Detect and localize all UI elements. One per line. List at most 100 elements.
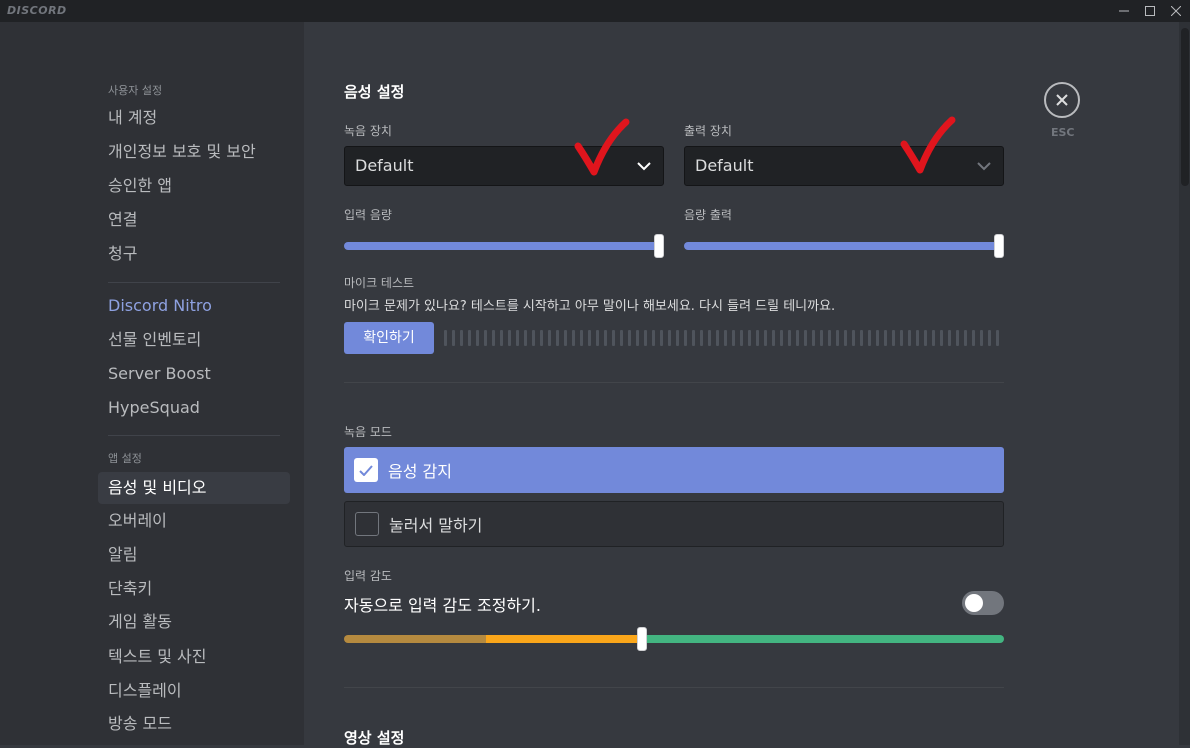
meter-bar xyxy=(996,330,999,346)
meter-bar xyxy=(636,330,639,346)
window-close-button[interactable] xyxy=(1162,0,1190,22)
input-volume-slider[interactable] xyxy=(344,242,660,250)
meter-bar xyxy=(620,330,623,346)
maximize-icon xyxy=(1145,6,1155,16)
auto-sensitivity-toggle[interactable] xyxy=(962,591,1004,615)
meter-bar xyxy=(580,330,583,346)
voice-activity-option[interactable]: 음성 감지 xyxy=(344,447,1004,493)
meter-bar xyxy=(572,330,575,346)
meter-bar xyxy=(836,330,839,346)
output-volume-slider-handle[interactable] xyxy=(994,234,1004,258)
sidebar-item-streamer-mode[interactable]: 방송 모드 xyxy=(98,708,290,740)
input-mode-label: 녹음 모드 xyxy=(344,425,392,439)
meter-bar xyxy=(492,330,495,346)
meter-bar xyxy=(796,330,799,346)
sidebar-item-privacy[interactable]: 개인정보 보호 및 보안 xyxy=(98,136,290,168)
meter-bar xyxy=(612,330,615,346)
meter-bar xyxy=(668,330,671,346)
meter-bar xyxy=(532,330,535,346)
chevron-down-icon xyxy=(977,147,991,185)
meter-bar xyxy=(964,330,967,346)
sensitivity-slider-handle[interactable] xyxy=(637,627,647,651)
meter-bar xyxy=(812,330,815,346)
meter-bar xyxy=(596,330,599,346)
sidebar-item-keybinds[interactable]: 단축키 xyxy=(98,573,290,605)
meter-bar xyxy=(764,330,767,346)
minimize-icon xyxy=(1119,10,1129,12)
meter-bar xyxy=(924,330,927,346)
sidebar-item-overlay[interactable]: 오버레이 xyxy=(98,505,290,537)
meter-bar xyxy=(740,330,743,346)
sidebar-item-gift-inventory[interactable]: 선물 인벤토리 xyxy=(98,324,290,356)
scrollbar-thumb[interactable] xyxy=(1181,28,1189,186)
mic-test-button[interactable]: 확인하기 xyxy=(344,322,434,354)
meter-bar xyxy=(652,330,655,346)
meter-segment xyxy=(486,635,640,643)
mic-test-meter xyxy=(444,330,1004,346)
sidebar-item-connections[interactable]: 연결 xyxy=(98,204,290,236)
auto-sensitivity-text: 자동으로 입력 감도 조정하기. xyxy=(344,596,541,615)
close-settings-button[interactable] xyxy=(1044,82,1080,118)
meter-bar xyxy=(708,330,711,346)
user-settings-header: 사용자 설정 xyxy=(108,84,163,97)
meter-bar xyxy=(684,330,687,346)
sidebar-item-authorized-apps[interactable]: 승인한 앱 xyxy=(98,170,290,202)
meter-bar xyxy=(468,330,471,346)
meter-bar xyxy=(900,330,903,346)
meter-bar xyxy=(772,330,775,346)
meter-bar xyxy=(732,330,735,346)
meter-bar xyxy=(644,330,647,346)
meter-bar xyxy=(500,330,503,346)
meter-bar xyxy=(516,330,519,346)
meter-bar xyxy=(628,330,631,346)
input-volume-slider-handle[interactable] xyxy=(654,234,664,258)
mic-test-label: 마이크 테스트 xyxy=(344,276,415,290)
meter-bar xyxy=(524,330,527,346)
meter-bar xyxy=(540,330,543,346)
sidebar-item-display[interactable]: 디스플레이 xyxy=(98,675,290,707)
meter-bar xyxy=(564,330,567,346)
meter-bar xyxy=(460,330,463,346)
maximize-button[interactable] xyxy=(1136,0,1164,22)
meter-bar xyxy=(852,330,855,346)
meter-bar xyxy=(972,330,975,346)
meter-bar xyxy=(780,330,783,346)
meter-bar xyxy=(452,330,455,346)
sidebar-divider xyxy=(108,435,280,436)
sidebar-item-game-activity[interactable]: 게임 활동 xyxy=(98,606,290,638)
meter-bar xyxy=(940,330,943,346)
input-volume-label: 입력 음량 xyxy=(344,208,392,222)
output-volume-slider[interactable] xyxy=(684,242,1000,250)
push-to-talk-option[interactable]: 눌러서 말하기 xyxy=(344,501,1004,547)
sidebar-item-server-boost[interactable]: Server Boost xyxy=(98,358,290,390)
meter-bar xyxy=(692,330,695,346)
sidebar-item-hypesquad[interactable]: HypeSquad xyxy=(98,392,290,424)
output-device-label: 출력 장치 xyxy=(684,124,732,138)
meter-bar xyxy=(860,330,863,346)
sidebar-item-nitro[interactable]: Discord Nitro xyxy=(98,290,290,322)
voice-settings-title: 음성 설정 xyxy=(344,83,405,101)
meter-bar xyxy=(828,330,831,346)
sidebar-item-voice-video[interactable]: 음성 및 비디오 xyxy=(98,472,290,504)
push-to-talk-label: 눌러서 말하기 xyxy=(389,516,483,535)
meter-bar xyxy=(756,330,759,346)
meter-bar xyxy=(700,330,703,346)
meter-bar xyxy=(588,330,591,346)
meter-bar xyxy=(820,330,823,346)
sidebar-item-notifications[interactable]: 알림 xyxy=(98,539,290,571)
meter-bar xyxy=(956,330,959,346)
meter-bar xyxy=(804,330,807,346)
sidebar-item-billing[interactable]: 청구 xyxy=(98,238,290,270)
meter-bar xyxy=(556,330,559,346)
check-icon xyxy=(359,464,373,476)
meter-bar xyxy=(444,330,447,346)
meter-bar xyxy=(980,330,983,346)
meter-bar xyxy=(788,330,791,346)
minimize-button[interactable] xyxy=(1110,0,1138,22)
meter-bar xyxy=(932,330,935,346)
mic-test-description: 마이크 문제가 있나요? 테스트를 시작하고 아무 말이나 해보세요. 다시 들… xyxy=(344,299,836,314)
meter-bar xyxy=(484,330,487,346)
sidebar-item-text-images[interactable]: 텍스트 및 사진 xyxy=(98,641,290,673)
sidebar-item-my-account[interactable]: 내 계정 xyxy=(98,102,290,134)
sensitivity-slider[interactable] xyxy=(344,635,1004,643)
